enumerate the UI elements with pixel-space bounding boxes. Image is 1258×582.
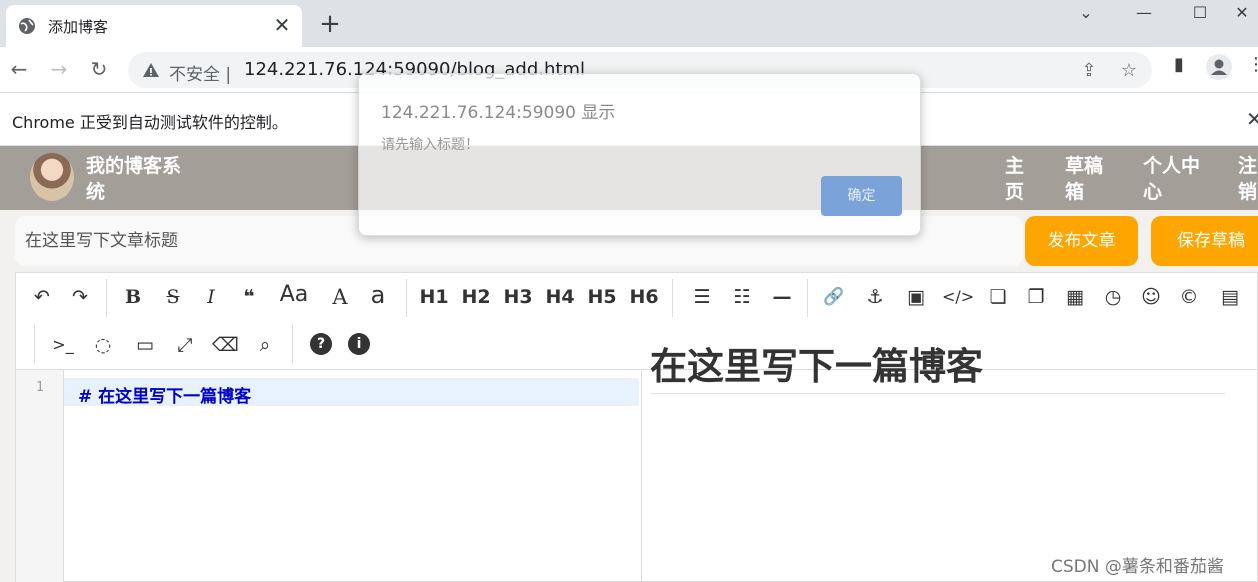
terminal-icon[interactable]: >_ — [50, 331, 76, 359]
anchor-icon[interactable]: ⚓ — [863, 283, 887, 311]
h5-button[interactable]: H5 — [587, 283, 617, 311]
new-tab-button[interactable]: + — [316, 10, 344, 38]
dialog-message: 请先输入标题！ — [381, 137, 479, 153]
back-button[interactable]: ← — [4, 54, 34, 84]
ordered-list-icon[interactable]: ☷ — [730, 283, 754, 311]
forward-button[interactable]: → — [44, 54, 74, 84]
site-logo — [30, 153, 74, 201]
preview-heading: 在这里写下一篇博客 — [650, 345, 983, 388]
minimize-button[interactable]: — — [1116, 0, 1172, 28]
uppercase-icon[interactable]: Aa — [275, 281, 313, 309]
nav-drafts[interactable]: 草稿箱 — [1065, 153, 1111, 205]
profile-avatar[interactable] — [1206, 54, 1232, 80]
toolbar-divider — [406, 279, 407, 317]
person-icon — [1211, 59, 1227, 75]
browser-tab[interactable]: 添加博客 ✕ — [6, 5, 302, 47]
clock-icon[interactable]: ◷ — [1101, 283, 1125, 311]
dialog-title: 124.221.76.124:59090 显示 — [381, 103, 616, 123]
warning-icon — [143, 63, 159, 77]
image-icon[interactable]: ▣ — [903, 283, 929, 311]
menu-icon[interactable]: ⋮ — [1244, 53, 1258, 77]
eraser-icon[interactable]: ⌫ — [212, 331, 239, 359]
h6-button[interactable]: H6 — [629, 283, 659, 311]
table-icon[interactable]: ▦ — [1063, 283, 1087, 311]
quote-icon[interactable]: ❝ — [237, 283, 261, 311]
tab-title: 添加博客 — [48, 18, 109, 36]
strikethrough-icon[interactable]: S — [161, 283, 185, 311]
close-window-button[interactable]: ✕ — [1226, 0, 1258, 28]
tab-search-icon[interactable]: ⌄ — [1058, 0, 1114, 28]
infobar-message: Chrome 正受到自动测试软件的控制。 — [12, 113, 288, 132]
link-icon[interactable]: 🔗 — [822, 283, 846, 311]
h4-button[interactable]: H4 — [545, 283, 575, 311]
nav-profile[interactable]: 个人中心 — [1143, 153, 1213, 205]
star-icon[interactable]: ☆ — [1118, 60, 1140, 82]
tab-strip: 添加博客 ✕ + ⌄ — ☐ ✕ — [0, 0, 1258, 47]
help-icon[interactable]: ? — [310, 333, 332, 355]
save-draft-button[interactable]: 保存草稿 — [1151, 216, 1258, 266]
side-panel-icon[interactable]: ▮ — [1167, 53, 1191, 77]
code-block-icon[interactable]: ❏ — [986, 283, 1010, 311]
h3-button[interactable]: H3 — [503, 283, 533, 311]
emoji-icon[interactable]: ☺ — [1139, 283, 1163, 311]
markdown-text[interactable]: # 在这里写下一篇博客 — [78, 382, 251, 407]
bold-icon[interactable]: B — [121, 283, 145, 311]
publish-button[interactable]: 发布文章 — [1025, 216, 1138, 266]
redo-icon[interactable]: ↷ — [68, 283, 92, 311]
preview-divider — [650, 393, 1225, 394]
reload-button[interactable]: ↻ — [84, 54, 114, 84]
nav-home[interactable]: 主页 — [1005, 153, 1031, 205]
dialog-ok-button[interactable]: 确定 — [821, 176, 902, 216]
undo-icon[interactable]: ↶ — [30, 283, 54, 311]
alert-dialog: 124.221.76.124:59090 显示 请先输入标题！ 确定 — [358, 73, 921, 236]
desktop-icon[interactable]: ▭ — [132, 331, 158, 359]
nav-logout[interactable]: 注销 — [1238, 153, 1258, 205]
eye-slash-icon[interactable]: ◌ — [90, 331, 116, 359]
markdown-editor: ↶ ↷ B S I ❝ Aa A a H1 H2 H3 H4 H5 H6 ☰ ☷… — [15, 272, 1258, 582]
share-icon[interactable]: ⇪ — [1078, 60, 1100, 82]
maximize-button[interactable]: ☐ — [1172, 0, 1228, 28]
code-icon[interactable]: </> — [942, 283, 974, 311]
infobar-close-icon[interactable]: ✕ — [1246, 107, 1258, 131]
editor-page: 发布文章 保存草稿 ↶ ↷ B S I ❝ Aa A a H1 H2 H3 H4… — [0, 210, 1258, 582]
globe-icon — [19, 18, 35, 34]
markdown-source-line[interactable]: # 在这里写下一篇博客 — [64, 378, 639, 407]
italic-icon[interactable]: I — [199, 283, 223, 311]
copyright-icon[interactable]: © — [1177, 283, 1201, 311]
toolbar-divider — [807, 279, 808, 317]
toolbar-divider — [34, 325, 35, 363]
info-icon[interactable]: i — [348, 333, 370, 355]
tab-close-icon[interactable]: ✕ — [270, 13, 294, 37]
line-gutter: 1 — [16, 370, 64, 582]
toolbar-divider — [106, 279, 107, 317]
editor-split-divider — [641, 370, 642, 582]
bullet-list-icon[interactable]: ☰ — [690, 283, 714, 311]
h1-button[interactable]: H1 — [419, 283, 449, 311]
toolbar-divider — [292, 325, 293, 363]
font-size-icon[interactable]: A — [328, 283, 352, 311]
toolbar-divider — [672, 279, 673, 317]
lowercase-icon[interactable]: a — [366, 281, 390, 309]
watermark: CSDN @薯条和番茄酱 — [1051, 557, 1224, 577]
site-name: 我的博客系统 — [86, 155, 182, 203]
fullscreen-icon[interactable]: ⤢ — [172, 331, 198, 359]
h2-button[interactable]: H2 — [461, 283, 491, 311]
insecure-label: 不安全 | — [169, 65, 232, 85]
preformatted-icon[interactable]: ❐ — [1024, 283, 1048, 311]
pagebreak-icon[interactable]: ▤ — [1217, 283, 1243, 311]
horizontal-rule-icon[interactable]: — — [770, 283, 794, 311]
search-icon[interactable]: ⌕ — [252, 331, 278, 359]
line-number: 1 — [36, 380, 44, 395]
editor-toolbar: ↶ ↷ B S I ❝ Aa A a H1 H2 H3 H4 H5 H6 ☰ ☷… — [16, 273, 1257, 370]
